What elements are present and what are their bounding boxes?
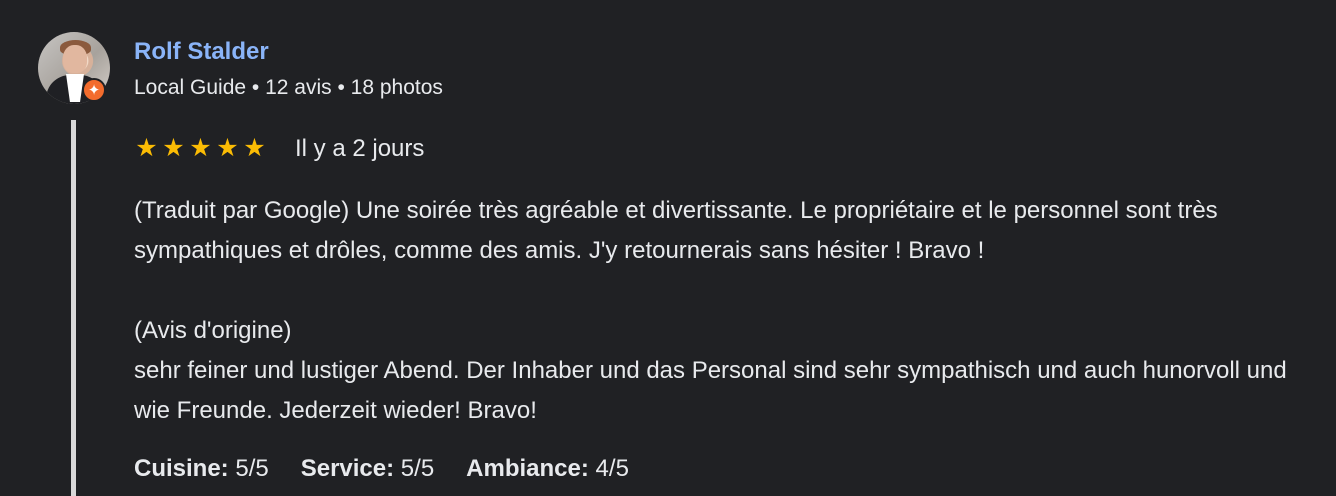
ambiance-value: 4/5 [595,455,629,482]
original-review-text: sehr feiner und lustiger Abend. Der Inha… [134,357,1287,424]
reviewer-meta: Local Guide • 12 avis • 18 photos [134,76,443,99]
reviewer-name[interactable]: Rolf Stalder [134,36,269,68]
cuisine-value: 5/5 [235,455,269,482]
service-label: Service: [300,455,401,482]
star-icon: ★ [189,133,212,162]
cuisine-label: Cuisine: [134,455,236,482]
review-thread-line [71,120,76,496]
star-rating: ★ ★ ★ ★ ★ [134,133,267,162]
star-icon: ★ [243,133,266,162]
service-score: Service: 5/5 [301,450,434,488]
translated-review-text: (Traduit par Google) Une soirée très agr… [134,197,1218,264]
star-icon: ★ [162,133,185,162]
cuisine-score: Cuisine: 5/5 [134,450,269,488]
avatar-face [63,45,87,73]
star-icon: ★ [135,133,158,162]
original-review-heading: (Avis d'origine) [134,317,292,344]
ambiance-label: Ambiance: [466,455,596,482]
review-body: (Traduit par Google) Une soirée très agr… [134,191,1320,431]
ambiance-score: Ambiance: 4/5 [466,450,629,488]
rating-row: ★ ★ ★ ★ ★ Il y a 2 jours [134,132,424,166]
star-icon: ★ [216,133,239,162]
review-date: Il y a 2 jours [295,135,425,162]
local-guide-badge-icon: ✦ [82,78,106,102]
category-scores: Cuisine: 5/5 Service: 5/5 Ambiance: 4/5 [134,450,629,488]
service-value: 5/5 [400,455,435,482]
